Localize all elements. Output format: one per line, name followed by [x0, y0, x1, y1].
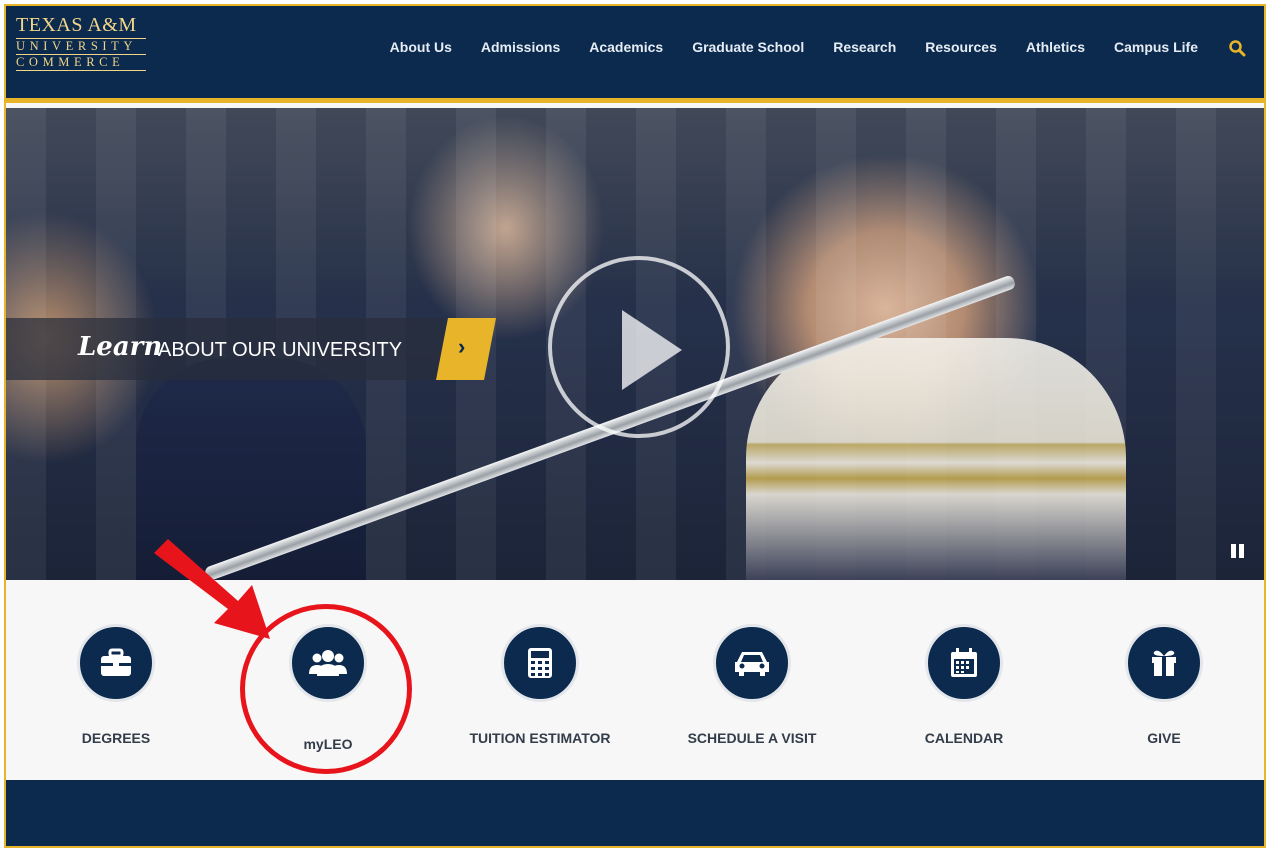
search-icon[interactable] [1228, 39, 1246, 57]
quick-link-label: GIVE [1147, 730, 1181, 746]
quick-link-label: CALENDAR [924, 730, 1004, 746]
play-icon[interactable] [548, 256, 730, 438]
hero-photo-figure-right [746, 338, 1126, 580]
quick-link-give[interactable]: GIVE [1064, 624, 1264, 746]
learn-about-text: ABOUT OUR UNIVERSITY [158, 339, 403, 361]
calendar-icon [925, 624, 1003, 702]
briefcase-icon [77, 624, 155, 702]
nav-admissions[interactable]: Admissions [481, 39, 560, 55]
nav-academics[interactable]: Academics [589, 39, 663, 55]
nav-resources[interactable]: Resources [925, 39, 997, 55]
footer-band [6, 780, 1264, 846]
hero-video-banner[interactable]: Learn ABOUT OUR UNIVERSITY › [6, 108, 1264, 580]
main-nav: About Us Admissions Academics Graduate S… [390, 39, 1198, 55]
car-icon [713, 624, 791, 702]
quick-link-label: DEGREES [81, 730, 151, 746]
quick-link-label: TUITION ESTIMATOR [469, 730, 611, 746]
logo-line-3: COMMERCE [16, 55, 146, 71]
quick-link-tuition-estimator[interactable]: TUITION ESTIMATOR [440, 624, 640, 746]
quick-link-label: SCHEDULE A VISIT [687, 730, 817, 746]
nav-campus-life[interactable]: Campus Life [1114, 39, 1198, 55]
quick-link-schedule-visit[interactable]: SCHEDULE A VISIT [652, 624, 852, 746]
gift-icon [1125, 624, 1203, 702]
chevron-right-icon: › [458, 334, 466, 359]
annotation-arrow-icon [150, 535, 280, 645]
nav-graduate-school[interactable]: Graduate School [692, 39, 804, 55]
logo-line-1: TEXAS A&M [16, 14, 137, 36]
nav-athletics[interactable]: Athletics [1026, 39, 1085, 55]
pause-icon[interactable] [1231, 544, 1247, 558]
university-logo[interactable]: TEXAS A&M UNIVERSITY COMMERCE [16, 14, 146, 71]
learn-about-banner[interactable]: Learn ABOUT OUR UNIVERSITY [6, 318, 444, 380]
site-header: TEXAS A&M UNIVERSITY COMMERCE About Us A… [6, 6, 1264, 103]
logo-line-2: UNIVERSITY [16, 38, 146, 55]
page-frame: TEXAS A&M UNIVERSITY COMMERCE About Us A… [4, 4, 1266, 848]
nav-about-us[interactable]: About Us [390, 39, 452, 55]
nav-research[interactable]: Research [833, 39, 896, 55]
calculator-icon [501, 624, 579, 702]
quick-link-calendar[interactable]: CALENDAR [864, 624, 1064, 746]
learn-script-text: Learn [78, 332, 163, 362]
